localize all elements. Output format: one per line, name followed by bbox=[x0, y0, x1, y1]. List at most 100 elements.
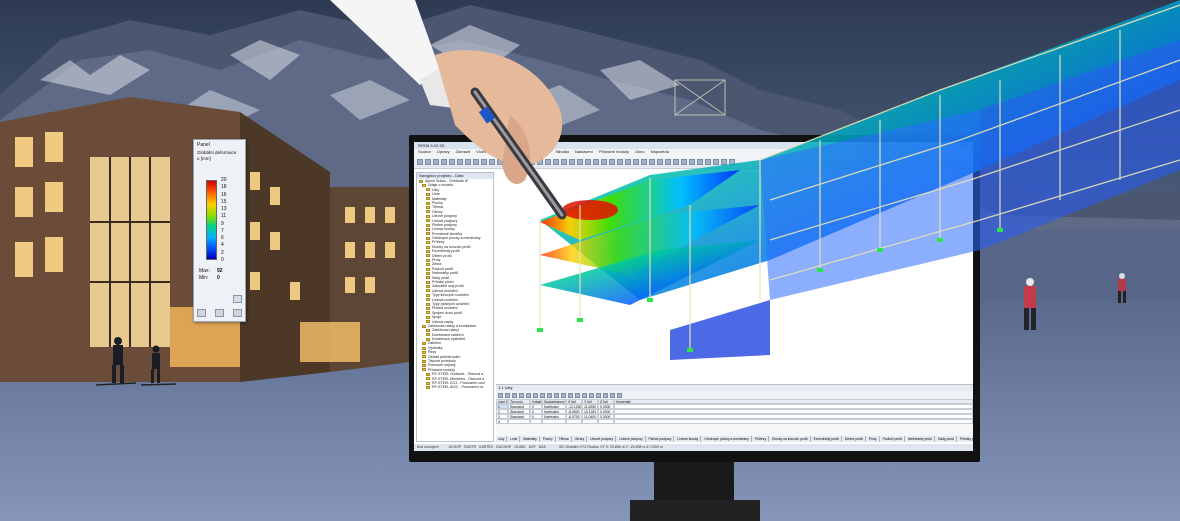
status-mode-toggle[interactable]: DXF bbox=[529, 445, 536, 449]
table-cell[interactable] bbox=[542, 419, 566, 424]
toolbar-button[interactable] bbox=[601, 158, 607, 165]
table-tool-button[interactable] bbox=[547, 392, 552, 398]
table-cell[interactable]: 4 bbox=[496, 419, 508, 424]
toolbar-button[interactable] bbox=[633, 158, 639, 165]
table-tool-button[interactable] bbox=[582, 392, 587, 398]
table-tab[interactable]: Uzly bbox=[496, 436, 508, 442]
status-mode-toggle[interactable]: OUCHOP bbox=[496, 445, 511, 449]
table-tab[interactable]: Dělení prutů bbox=[843, 436, 866, 442]
toolbar-button[interactable] bbox=[689, 158, 695, 165]
legend-tick: 15 bbox=[221, 198, 227, 205]
folder-icon bbox=[422, 350, 426, 354]
table-tool-button[interactable] bbox=[519, 392, 524, 398]
toolbar-button[interactable] bbox=[657, 158, 663, 165]
table-tool-button[interactable] bbox=[533, 392, 538, 398]
monitor-base bbox=[630, 500, 760, 521]
table-tab[interactable]: Plošné podpory bbox=[647, 436, 675, 442]
table-tool-button[interactable] bbox=[596, 392, 601, 398]
table-tab[interactable]: Klouby na koncích prutů bbox=[770, 436, 811, 442]
table-tab[interactable]: Excentricity prutů bbox=[812, 436, 842, 442]
status-modes: UCHOP RASTR KARTÉZ OUCHOP GLINIE DXF NÁK bbox=[449, 444, 549, 451]
hand-with-pen bbox=[330, 0, 567, 220]
legend-edit-button[interactable] bbox=[215, 309, 224, 317]
status-left: Bod uchopení bbox=[417, 445, 439, 449]
table-cell[interactable] bbox=[508, 419, 530, 424]
folder-icon bbox=[426, 232, 430, 236]
table-tool-button[interactable] bbox=[540, 392, 545, 398]
toolbar-button[interactable] bbox=[721, 158, 727, 165]
table-tab[interactable]: Průřezy bbox=[753, 436, 770, 442]
table-tool-button[interactable] bbox=[610, 392, 615, 398]
toolbar-button[interactable] bbox=[729, 158, 735, 165]
toolbar-button[interactable] bbox=[641, 158, 647, 165]
table-tab[interactable]: Linie bbox=[508, 436, 521, 442]
table-tab[interactable]: Průniky ploch bbox=[958, 436, 973, 442]
table-cell[interactable] bbox=[598, 419, 614, 424]
toolbar-button[interactable] bbox=[705, 158, 711, 165]
table-tabs: Uzly Linie Materiály Plochy Tělesa Otvory Uzlo… bbox=[496, 436, 973, 442]
toolbar-button[interactable] bbox=[593, 158, 599, 165]
legend-tick: 13 bbox=[221, 206, 227, 213]
table-cell[interactable] bbox=[566, 419, 582, 424]
table-tab[interactable]: Materiály bbox=[521, 436, 540, 442]
folder-icon bbox=[426, 311, 430, 315]
status-mode-toggle[interactable]: KARTÉZ bbox=[479, 445, 493, 449]
table-cell[interactable] bbox=[614, 419, 973, 424]
table-tab[interactable]: Nelineárity prutů bbox=[906, 436, 936, 442]
folder-icon bbox=[426, 328, 430, 332]
window-controls[interactable]: ▁ ▢ ✕ bbox=[961, 142, 973, 149]
menu-item[interactable]: Nápověda bbox=[651, 149, 669, 155]
table-tab[interactable]: Podloží prutů bbox=[881, 436, 905, 442]
toolbar-button[interactable] bbox=[625, 158, 631, 165]
table-tool-button[interactable] bbox=[617, 392, 622, 398]
table-tool-button[interactable] bbox=[575, 392, 580, 398]
table-tab[interactable]: Sady prutů bbox=[936, 436, 957, 442]
deformation-legend-panel[interactable]: Panel Globální deformace u [mm] 20 18 16… bbox=[193, 139, 246, 322]
table-tool-button[interactable] bbox=[512, 392, 517, 398]
toolbar-button[interactable] bbox=[665, 158, 671, 165]
table-cell[interactable] bbox=[530, 419, 542, 424]
navigator-item[interactable]: RF-STEEL AISC - Posouzení oc bbox=[417, 385, 493, 389]
table-tool-button[interactable] bbox=[505, 392, 510, 398]
table-tab[interactable]: Uzlové podpory bbox=[588, 436, 617, 442]
table-tool-button[interactable] bbox=[568, 392, 573, 398]
status-mode-toggle[interactable]: NÁK bbox=[539, 445, 546, 449]
table-tool-button[interactable] bbox=[498, 392, 503, 398]
table-tool-button[interactable] bbox=[526, 392, 531, 398]
toolbar-button[interactable] bbox=[681, 158, 687, 165]
toolbar-button[interactable] bbox=[649, 158, 655, 165]
table-tab[interactable]: Liniové podpory bbox=[617, 436, 646, 442]
table-tool-button[interactable] bbox=[561, 392, 566, 398]
table-tool-button[interactable] bbox=[554, 392, 559, 398]
min-label: Min: bbox=[199, 275, 209, 281]
table-tab[interactable]: Ortotropní plochy a membrány bbox=[702, 436, 752, 442]
zoom-icon[interactable] bbox=[233, 295, 242, 303]
menu-item[interactable]: Okno bbox=[635, 149, 645, 155]
toolbar-button[interactable] bbox=[609, 158, 615, 165]
legend-settings-button[interactable] bbox=[197, 309, 206, 317]
toolbar-button[interactable] bbox=[713, 158, 719, 165]
legend-tick: 18 bbox=[221, 184, 227, 191]
toolbar-button[interactable] bbox=[673, 158, 679, 165]
table-tab[interactable]: Plochy bbox=[541, 436, 556, 442]
table-cell[interactable] bbox=[582, 419, 598, 424]
legend-table-button[interactable] bbox=[233, 309, 242, 317]
folder-icon bbox=[426, 298, 430, 302]
status-bar: Bod uchopení UCHOP RASTR KARTÉZ OUCHOP GLINI… bbox=[414, 444, 973, 451]
toolbar-button[interactable] bbox=[585, 158, 591, 165]
status-mode-toggle[interactable]: GLINIE bbox=[514, 445, 525, 449]
table-tool-button[interactable] bbox=[589, 392, 594, 398]
menu-item[interactable]: Přídavné moduly bbox=[599, 149, 629, 155]
skier-far bbox=[1118, 273, 1126, 303]
table-tab[interactable]: Liniové klouby bbox=[675, 436, 702, 442]
table-tab[interactable]: Otvory bbox=[573, 436, 588, 442]
status-mode-toggle[interactable]: RASTR bbox=[464, 445, 476, 449]
status-mode-toggle[interactable]: UCHOP bbox=[449, 445, 462, 449]
toolbar-button[interactable] bbox=[697, 158, 703, 165]
table-tool-button[interactable] bbox=[603, 392, 608, 398]
folder-icon bbox=[426, 386, 430, 390]
toolbar-button[interactable] bbox=[617, 158, 623, 165]
table-tab[interactable]: Pruty bbox=[867, 436, 880, 442]
folder-icon bbox=[426, 315, 430, 319]
table-tab[interactable]: Tělesa bbox=[557, 436, 572, 442]
